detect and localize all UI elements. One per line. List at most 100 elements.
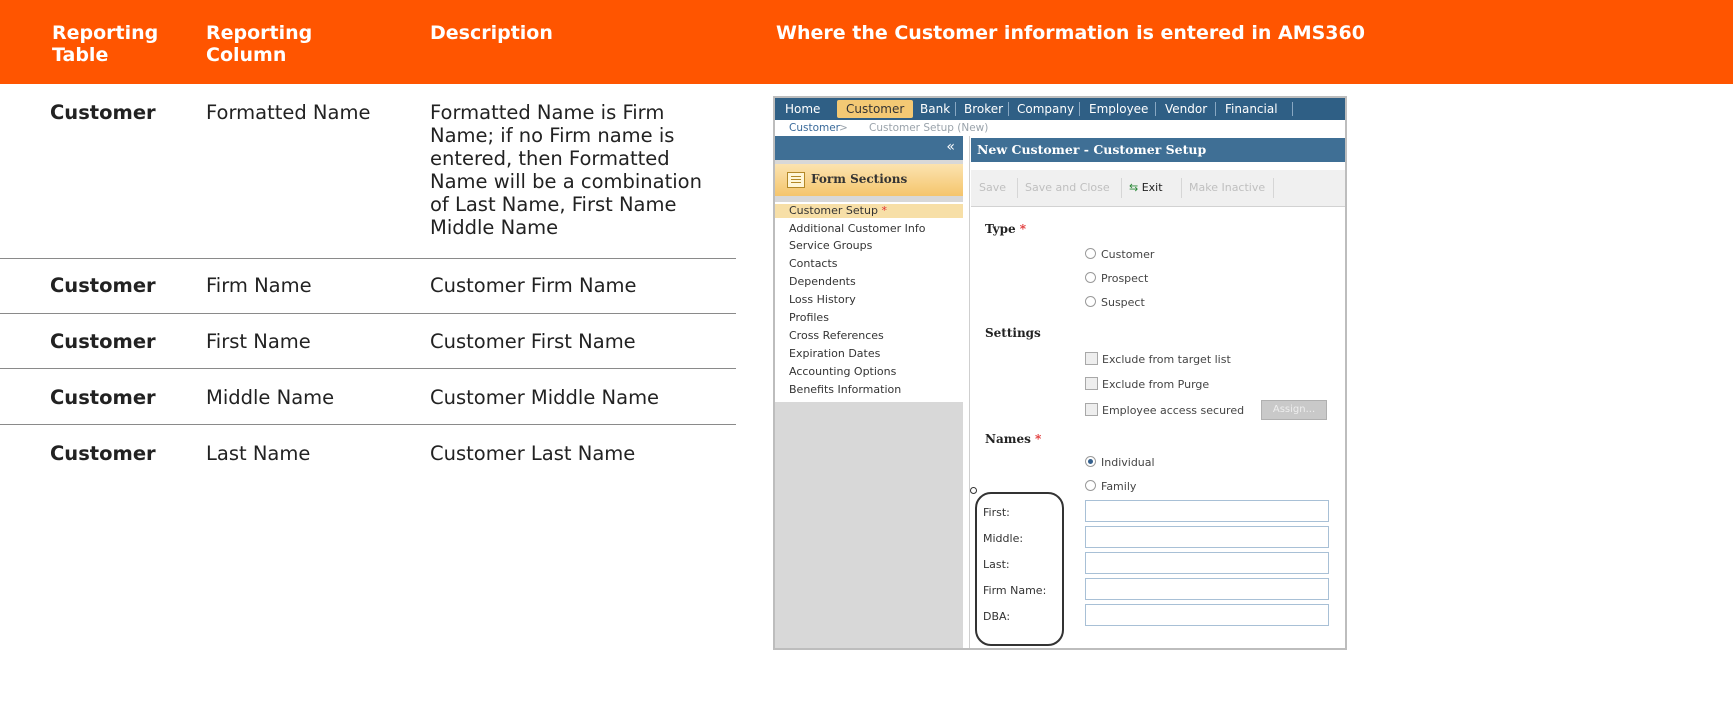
make-inactive-button[interactable]: Make Inactive bbox=[1189, 181, 1265, 195]
last-name-input[interactable] bbox=[1085, 552, 1329, 574]
radio-icon bbox=[1085, 272, 1096, 283]
description-line: Formatted Name is Firm bbox=[430, 101, 665, 124]
section-loss-history[interactable]: Loss History bbox=[789, 293, 856, 307]
row-table-cell: Customer bbox=[50, 442, 156, 465]
breadcrumb-current: Customer Setup (New) bbox=[869, 122, 989, 134]
nav-vendor[interactable]: Vendor bbox=[1165, 101, 1207, 117]
section-expiration-dates[interactable]: Expiration Dates bbox=[789, 347, 880, 361]
required-marker: * bbox=[1035, 432, 1042, 446]
form-sections-list: Customer Setup * Additional Customer Inf… bbox=[775, 202, 963, 402]
nav-separator bbox=[1292, 102, 1293, 116]
section-label: Customer Setup bbox=[789, 204, 878, 217]
row-column-cell: Middle Name bbox=[206, 386, 335, 409]
ams360-screenshot: Home Customer Bank Broker Company Employ… bbox=[773, 96, 1347, 650]
toolbar-separator bbox=[1017, 178, 1018, 198]
section-cross-references[interactable]: Cross References bbox=[789, 329, 884, 343]
nav-broker[interactable]: Broker bbox=[964, 101, 1003, 117]
form-title-bar: New Customer - Customer Setup bbox=[971, 138, 1345, 162]
description-line: Name will be a combination bbox=[430, 170, 702, 193]
section-accounting-options[interactable]: Accounting Options bbox=[789, 365, 896, 379]
row-column-cell: Formatted Name bbox=[206, 101, 371, 124]
top-nav-bar: Home Customer Bank Broker Company Employ… bbox=[775, 98, 1345, 120]
highlight-callout bbox=[975, 492, 1064, 646]
required-marker: * bbox=[881, 204, 887, 217]
save-button[interactable]: Save bbox=[979, 181, 1006, 195]
row-divider bbox=[0, 424, 736, 425]
exit-button[interactable]: ⇆ Exit bbox=[1129, 181, 1163, 195]
row-column-cell: Last Name bbox=[206, 442, 311, 465]
collapse-icon[interactable]: « bbox=[946, 139, 955, 155]
checkbox-icon bbox=[1085, 403, 1098, 416]
radio-selected-icon bbox=[1085, 456, 1096, 467]
employee-access-secured-checkbox[interactable]: Employee access secured bbox=[1085, 403, 1244, 418]
type-section-label: Type * bbox=[985, 222, 1027, 236]
dba-input[interactable] bbox=[1085, 604, 1329, 626]
section-profiles[interactable]: Profiles bbox=[789, 311, 829, 325]
radio-icon bbox=[1085, 296, 1096, 307]
nav-separator bbox=[1008, 102, 1009, 116]
row-description-cell: Customer First Name bbox=[430, 330, 636, 353]
names-family-radio[interactable]: Family bbox=[1085, 480, 1136, 494]
description-line: Name; if no Firm name is bbox=[430, 124, 675, 147]
callout-handle bbox=[970, 487, 977, 494]
save-and-close-button[interactable]: Save and Close bbox=[1025, 181, 1110, 195]
form-sections-header: Form Sections bbox=[775, 164, 963, 196]
row-divider bbox=[0, 258, 736, 259]
nav-separator bbox=[1079, 102, 1080, 116]
row-column-cell: First Name bbox=[206, 330, 311, 353]
header-reporting-column: Reporting Column bbox=[206, 22, 313, 66]
form-toolbar: Save Save and Close ⇆ Exit Make Inactive bbox=[971, 170, 1345, 207]
first-name-input[interactable] bbox=[1085, 500, 1329, 522]
nav-company[interactable]: Company bbox=[1017, 101, 1074, 117]
breadcrumb-customer[interactable]: Customer bbox=[789, 120, 840, 136]
row-table-cell: Customer bbox=[50, 330, 156, 353]
section-contacts[interactable]: Contacts bbox=[789, 257, 838, 271]
exclude-purge-checkbox[interactable]: Exclude from Purge bbox=[1085, 377, 1209, 392]
row-description-cell: Customer Middle Name bbox=[430, 386, 660, 409]
nav-separator bbox=[1215, 102, 1216, 116]
toolbar-separator bbox=[1273, 178, 1274, 198]
section-additional-customer-info[interactable]: Additional Customer Info bbox=[789, 222, 925, 236]
firm-name-input[interactable] bbox=[1085, 578, 1329, 600]
toolbar-separator bbox=[1181, 178, 1182, 198]
type-suspect-radio[interactable]: Suspect bbox=[1085, 296, 1145, 310]
nav-bank[interactable]: Bank bbox=[920, 101, 950, 117]
middle-name-input[interactable] bbox=[1085, 526, 1329, 548]
form-sections-label: Form Sections bbox=[811, 172, 908, 186]
row-description-cell: Customer Last Name bbox=[430, 442, 636, 465]
names-section-label: Names * bbox=[985, 432, 1042, 446]
table-header: Reporting Table Reporting Column Descrip… bbox=[0, 0, 1733, 84]
header-description: Description bbox=[430, 22, 553, 44]
radio-icon bbox=[1085, 480, 1096, 491]
exit-icon: ⇆ bbox=[1129, 181, 1139, 194]
assign-button[interactable]: Assign... bbox=[1261, 400, 1327, 420]
form-list-icon bbox=[787, 172, 805, 188]
header-where-entered: Where the Customer information is entere… bbox=[776, 22, 1365, 44]
row-table-cell: Customer bbox=[50, 101, 156, 124]
nav-financial[interactable]: Financial bbox=[1225, 101, 1278, 117]
section-service-groups[interactable]: Service Groups bbox=[789, 239, 872, 253]
checkbox-icon bbox=[1085, 352, 1098, 365]
row-divider bbox=[0, 313, 736, 314]
radio-icon bbox=[1085, 248, 1096, 259]
left-pane-header: « bbox=[775, 136, 963, 160]
exclude-target-list-checkbox[interactable]: Exclude from target list bbox=[1085, 352, 1231, 367]
row-column-cell: Firm Name bbox=[206, 274, 312, 297]
description-line: entered, then Formatted bbox=[430, 147, 670, 170]
section-dependents[interactable]: Dependents bbox=[789, 275, 856, 289]
section-customer-setup[interactable]: Customer Setup * bbox=[775, 204, 963, 218]
names-individual-radio[interactable]: Individual bbox=[1085, 456, 1155, 470]
exit-label: Exit bbox=[1141, 181, 1163, 194]
nav-employee[interactable]: Employee bbox=[1089, 101, 1148, 117]
settings-section-label: Settings bbox=[985, 326, 1041, 340]
description-line: Middle Name bbox=[430, 216, 559, 239]
row-description-cell: Formatted Name is Firm Name; if no Firm … bbox=[430, 101, 702, 239]
type-customer-radio[interactable]: Customer bbox=[1085, 248, 1154, 262]
nav-home[interactable]: Home bbox=[785, 101, 820, 117]
type-prospect-radio[interactable]: Prospect bbox=[1085, 272, 1148, 286]
nav-customer[interactable]: Customer bbox=[837, 100, 914, 118]
nav-separator bbox=[955, 102, 956, 116]
form-title: New Customer - Customer Setup bbox=[977, 142, 1207, 157]
description-line: of Last Name, First Name bbox=[430, 193, 677, 216]
section-benefits-information[interactable]: Benefits Information bbox=[789, 383, 901, 397]
